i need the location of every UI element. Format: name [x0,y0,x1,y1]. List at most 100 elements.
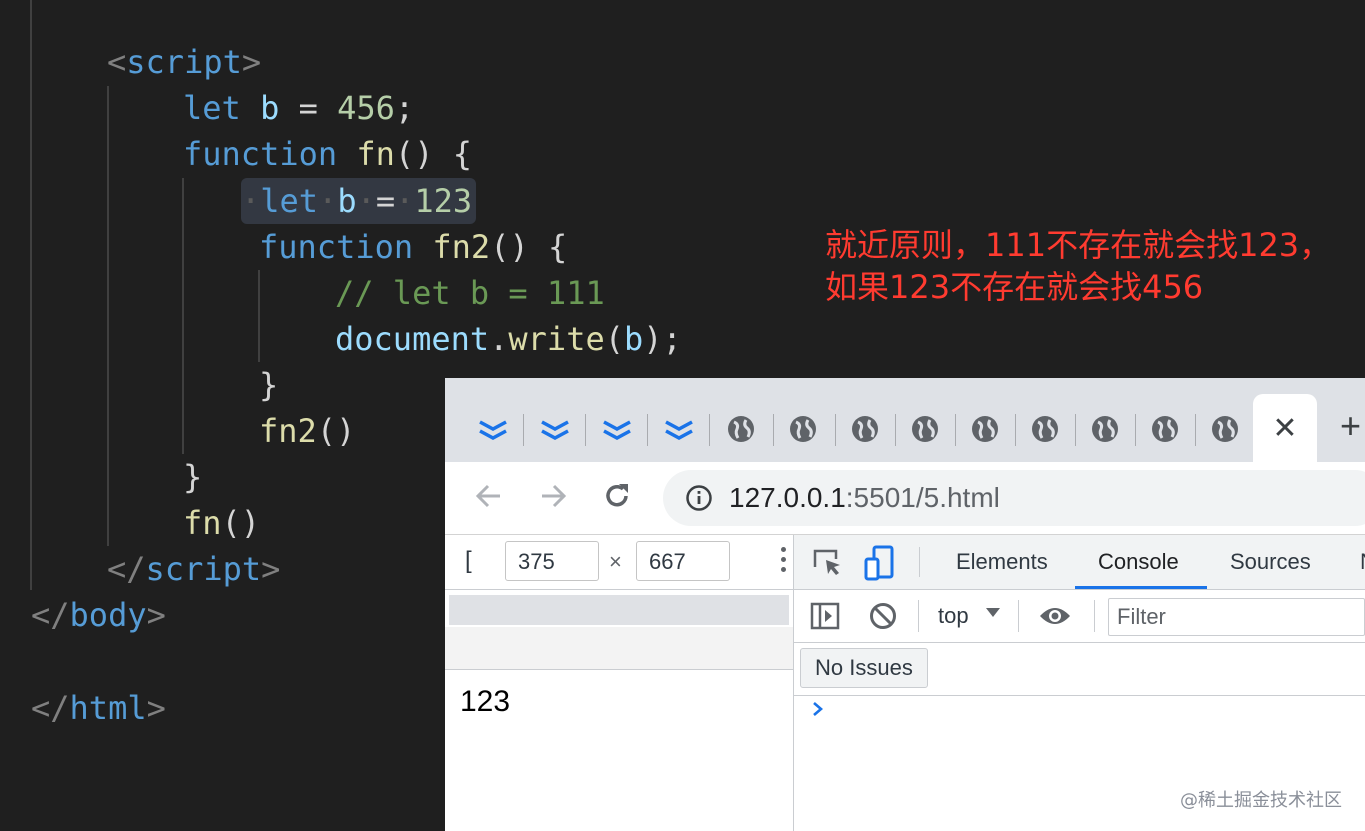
tab-globe[interactable] [1197,406,1253,452]
active-tab-indicator [1075,586,1207,589]
inspect-element-icon[interactable] [812,547,844,579]
url-text: 127.0.0.1:5501/5.html [729,482,1000,514]
code-line-call-fn2: fn2() [259,412,356,450]
arrow-right-icon [542,484,567,508]
issues-button[interactable]: No Issues [800,648,928,688]
layers-icon [603,420,631,440]
devtools-tabbar: Elements Console Sources N [794,535,1365,590]
console-prompt-icon[interactable] [810,701,826,717]
globe-icon [852,416,878,442]
annotation-note: 就近原则，111不存在就会找123， 如果123不存在就会找456 [825,224,1331,308]
toolbar-divider [1094,600,1095,632]
code-line-script-open: <script> [107,43,262,81]
arrow-left-icon [475,484,500,508]
tab-globe[interactable] [897,406,953,452]
globe-icon [728,416,754,442]
tab-globe[interactable] [775,406,831,452]
tab-console[interactable]: Console [1098,549,1179,575]
device-emulation-pane: [ 375 × 667 123 [445,535,794,831]
tab-globe[interactable] [713,406,769,452]
ruler [445,627,793,670]
eye-icon[interactable] [1038,602,1072,630]
new-tab-button[interactable]: + [1340,408,1361,444]
annotation-line-2: 如果123不存在就会找456 [825,268,1204,306]
tab-globe[interactable] [1077,406,1133,452]
tab-sources[interactable]: Sources [1230,549,1311,575]
globe-icon [790,416,816,442]
tab-separator [835,414,836,446]
code-line-let-b-123-selected: ·let·b·=·123 [241,178,477,224]
tab-globe[interactable] [957,406,1013,452]
reload-button[interactable] [595,474,639,518]
globe-icon [1152,416,1178,442]
tab-file[interactable] [527,406,583,452]
tab-separator [647,414,648,446]
tab-globe[interactable] [837,406,893,452]
tab-network[interactable]: N [1360,549,1365,575]
globe-icon [1092,416,1118,442]
code-line-call-fn: fn() [183,504,261,542]
tab-separator [523,414,524,446]
globe-icon [912,416,938,442]
clear-console-icon[interactable] [868,601,898,631]
tab-globe[interactable] [1137,406,1193,452]
url-path: :5501/5.html [845,482,1000,513]
url-host: 127.0.0.1 [729,482,846,513]
tab-elements[interactable]: Elements [956,549,1048,575]
sidebar-toggle-icon[interactable] [810,602,840,630]
code-line-script-close: </script> [107,550,281,588]
close-tab-icon[interactable]: ✕ [1272,411,1297,446]
indent-guide [182,178,184,454]
caret-down-icon[interactable] [986,608,1000,617]
indent-guide [107,86,109,546]
code-line-fn-decl: function fn() { [183,135,472,173]
tab-strip: ✕ + [445,378,1365,462]
address-bar[interactable]: 127.0.0.1:5501/5.html [663,470,1365,526]
code-line-close-fn: } [183,458,203,496]
indent-guide [258,270,260,362]
tab-separator [585,414,586,446]
code-line-html-close: </html> [31,689,166,727]
tab-globe[interactable] [1017,406,1073,452]
code-line-close-fn2: } [259,366,279,404]
layers-icon [665,420,693,440]
more-options-icon[interactable] [781,547,787,577]
filter-input[interactable]: Filter [1108,598,1365,636]
indent-guide [30,0,32,590]
toolbar-divider [1018,600,1019,632]
forward-button[interactable] [531,474,575,518]
tab-file[interactable] [651,406,707,452]
page-output: 123 [460,685,511,718]
layers-icon [541,420,569,440]
tab-separator [955,414,956,446]
tab-separator [895,414,896,446]
code-line-body-close: </body> [31,596,166,634]
tab-separator [709,414,710,446]
globe-icon [1032,416,1058,442]
code-line-let-b-456: let b = 456; [183,89,415,127]
globe-icon [972,416,998,442]
height-input[interactable]: 667 [636,541,730,581]
info-icon[interactable] [685,484,713,512]
tab-file[interactable] [465,406,521,452]
annotation-line-1: 就近原则，111不存在就会找123， [825,226,1332,264]
width-input[interactable]: 375 [505,541,599,581]
media-query-bar[interactable] [449,595,789,625]
browser-window: ✕ + 127.0.0.1:5501/5.html [ 375 × 667 12… [445,378,1365,831]
reload-icon [606,484,628,507]
tab-separator [1195,414,1196,446]
device-mode-glyph[interactable]: [ [465,547,472,575]
tab-separator [1015,414,1016,446]
watermark: @稀土掘金技术社区 [1180,790,1342,811]
tab-separator [1075,414,1076,446]
issues-bar: No Issues [794,643,1365,696]
context-selector[interactable]: top [938,603,969,629]
layers-icon [479,420,507,440]
back-button[interactable] [467,474,511,518]
toolbar-divider [919,547,920,577]
device-toggle-icon[interactable] [864,545,898,581]
toolbar-divider [918,600,919,632]
active-tab[interactable]: ✕ [1253,394,1317,462]
tab-file[interactable] [589,406,645,452]
tab-separator [773,414,774,446]
